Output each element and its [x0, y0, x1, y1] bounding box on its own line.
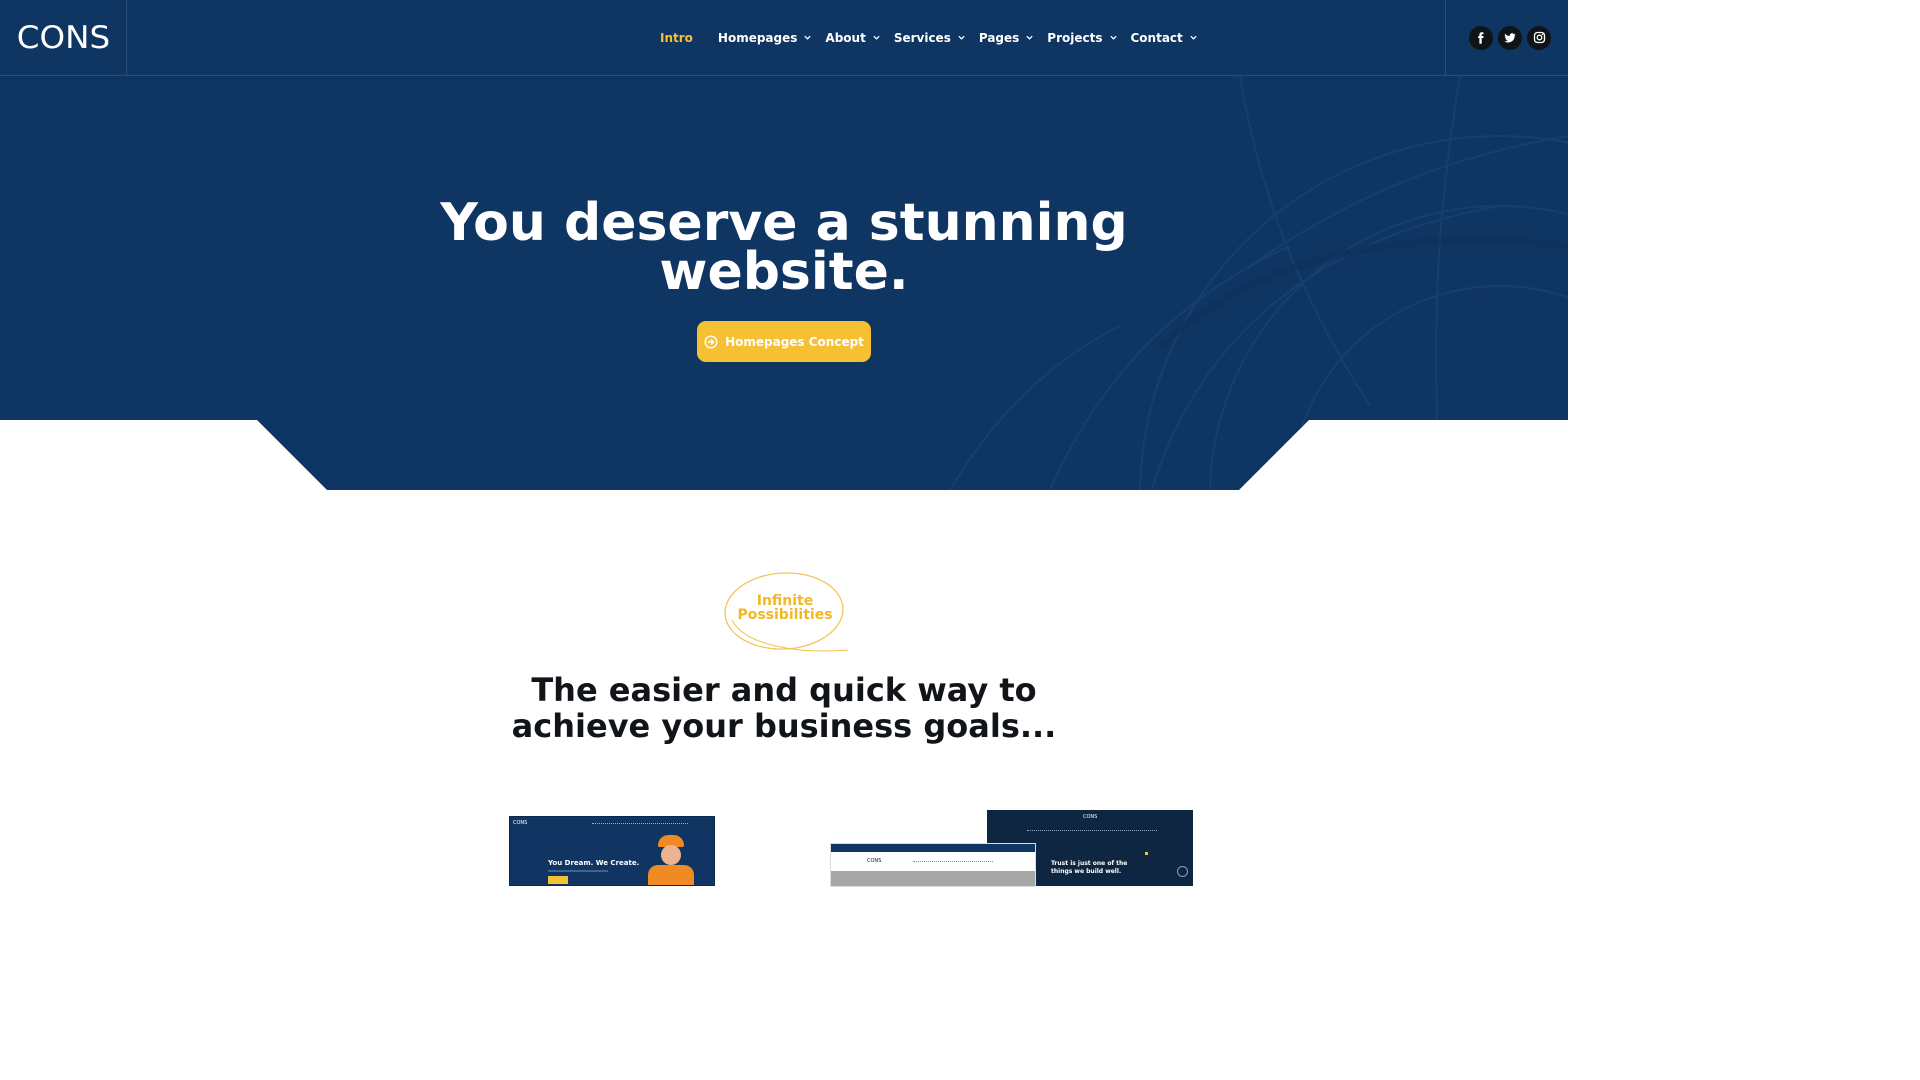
homepage-preview-2-front[interactable]: CONS [830, 843, 1036, 887]
chevron-down-icon [1109, 35, 1117, 40]
chevron-down-icon [804, 35, 812, 40]
preview-worker-image [648, 835, 694, 885]
infinite-possibilities-badge: Infinite Possibilities [720, 594, 850, 622]
arrow-circle-right-icon [704, 334, 718, 349]
main-nav: Intro Homepages About Services Pages Pro… [660, 0, 1211, 75]
nav-item-contact[interactable]: Contact [1131, 31, 1198, 45]
section-title: The easier and quick way to achieve your… [0, 672, 1568, 744]
nav-item-label: Pages [978, 30, 1020, 45]
instagram-icon[interactable] [1527, 25, 1551, 50]
chevron-down-icon [1026, 35, 1033, 40]
preview-headline: You Dream. We Create. [548, 859, 640, 867]
chevron-down-icon [873, 35, 880, 40]
preview-logo: CONS [513, 820, 528, 826]
preview-headline-line1: Trust is just one of the [1051, 860, 1128, 867]
preview-button [548, 876, 568, 884]
preview-nav [592, 823, 688, 824]
facebook-icon[interactable] [1469, 25, 1493, 50]
hero-title: You deserve a stunning website. [0, 197, 1568, 298]
preview-headline-line2: things we build well. [1051, 868, 1122, 875]
preview-logo: CONS [1083, 814, 1098, 820]
badge-line2: Possibilities [737, 607, 833, 623]
preview-accent [1145, 852, 1148, 855]
chevron-down-icon [958, 35, 965, 40]
nav-item-label: Intro [660, 30, 693, 45]
homepage-preview-1[interactable]: CONS You Dream. We Create. [509, 816, 715, 886]
nav-item-projects[interactable]: Projects [1047, 31, 1117, 45]
homepages-concept-label: Homepages Concept [725, 334, 864, 349]
social-links [1445, 0, 1568, 75]
nav-item-label: Homepages [717, 30, 798, 45]
preview-subtext [548, 870, 608, 872]
nav-item-label: Contact [1130, 30, 1183, 45]
preview-next-icon [1177, 866, 1188, 877]
nav-item-label: Services [893, 30, 951, 45]
nav-item-label: About [825, 30, 866, 45]
logo-area[interactable]: CONS [0, 0, 127, 75]
site-logo[interactable]: CONS [16, 20, 109, 56]
nav-item-homepages[interactable]: Homepages [718, 31, 813, 45]
chevron-down-icon [1190, 35, 1197, 40]
hero-title-line2: website. [659, 242, 909, 302]
preview-headline: Trust is just one of the things we build… [1051, 860, 1127, 876]
section-title-line2: achieve your business goals... [511, 707, 1057, 745]
homepages-concept-button[interactable]: Homepages Concept [697, 321, 871, 362]
twitter-icon[interactable] [1498, 25, 1522, 50]
preview-nav [1027, 830, 1157, 831]
nav-item-about[interactable]: About [825, 31, 880, 45]
preview-logo: CONS [867, 858, 882, 864]
nav-item-pages[interactable]: Pages [979, 31, 1034, 45]
site-header: CONS Intro Homepages About Services Page… [0, 0, 1568, 76]
nav-item-services[interactable]: Services [894, 31, 966, 45]
hero-section: You deserve a stunning website. Homepage… [0, 76, 1568, 490]
section-title-line1: The easier and quick way to [531, 671, 1037, 709]
preview-nav [913, 861, 993, 862]
preview-topbar [831, 844, 1035, 852]
nav-item-intro[interactable]: Intro [660, 31, 693, 45]
nav-item-label: Projects [1047, 30, 1103, 45]
preview-hero-image [831, 871, 1035, 886]
